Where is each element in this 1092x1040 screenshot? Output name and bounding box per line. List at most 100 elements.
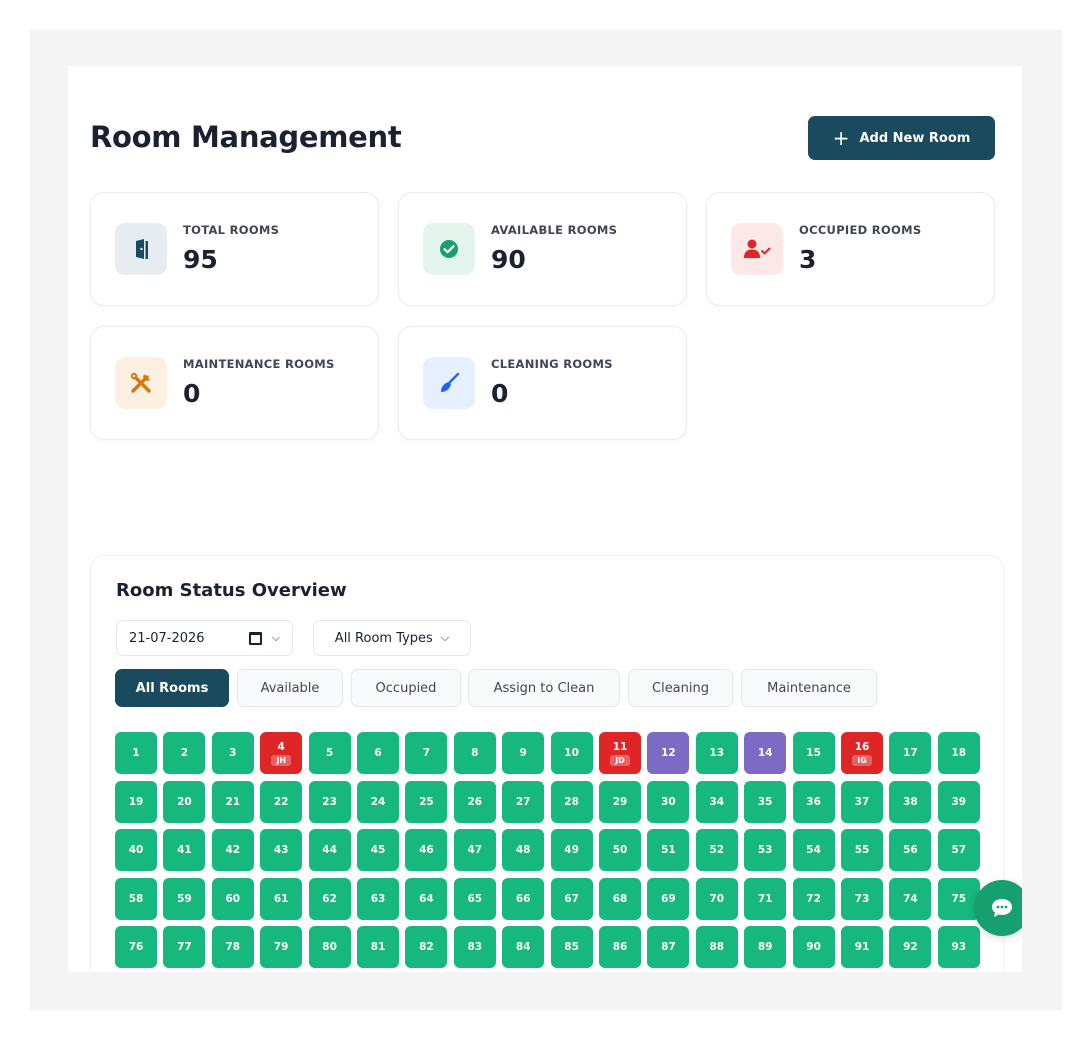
room-tile-36[interactable]: 36 xyxy=(792,780,835,823)
room-tile-56[interactable]: 56 xyxy=(889,829,932,871)
room-tile-5[interactable]: 5 xyxy=(308,732,351,774)
room-tile-17[interactable]: 17 xyxy=(889,732,932,774)
room-tile-75[interactable]: 75 xyxy=(937,877,980,920)
room-tile-20[interactable]: 20 xyxy=(163,780,206,823)
room-tile-16[interactable]: 16 IG xyxy=(841,732,883,774)
room-tile-85[interactable]: 85 xyxy=(550,926,593,968)
room-tile-92[interactable]: 92 xyxy=(889,926,932,968)
tab-available[interactable]: Available xyxy=(237,669,343,707)
room-tile-10[interactable]: 10 xyxy=(550,732,593,774)
room-type-select[interactable]: All Room Types ⌵ xyxy=(313,620,471,656)
room-tile-24[interactable]: 24 xyxy=(357,780,399,823)
room-tile-48[interactable]: 48 xyxy=(502,829,545,871)
room-tile-7[interactable]: 7 xyxy=(405,732,448,774)
room-tile-44[interactable]: 44 xyxy=(308,829,351,871)
room-tile-47[interactable]: 47 xyxy=(453,829,496,871)
tab-assign-to-clean[interactable]: Assign to Clean xyxy=(468,669,620,707)
room-tile-38[interactable]: 38 xyxy=(889,780,932,823)
room-tile-23[interactable]: 23 xyxy=(308,780,351,823)
tab-occupied[interactable]: Occupied xyxy=(351,669,461,707)
room-tile-49[interactable]: 49 xyxy=(550,829,593,871)
room-tile-6[interactable]: 6 xyxy=(357,732,399,774)
main-content[interactable]: Room Management + Add New Room TOTAL ROO… xyxy=(68,66,1022,972)
tab-maintenance[interactable]: Maintenance xyxy=(741,669,877,707)
room-tile-26[interactable]: 26 xyxy=(453,780,496,823)
room-tile-84[interactable]: 84 xyxy=(502,926,545,968)
room-tile-83[interactable]: 83 xyxy=(453,926,496,968)
tab-all-rooms[interactable]: All Rooms xyxy=(115,669,229,707)
room-tile-21[interactable]: 21 xyxy=(211,780,254,823)
room-tile-79[interactable]: 79 xyxy=(260,926,303,968)
room-tile-91[interactable]: 91 xyxy=(841,926,883,968)
room-tile-70[interactable]: 70 xyxy=(695,877,738,920)
room-tile-25[interactable]: 25 xyxy=(405,780,448,823)
room-tile-42[interactable]: 42 xyxy=(211,829,254,871)
room-tile-89[interactable]: 89 xyxy=(744,926,787,968)
room-tile-69[interactable]: 69 xyxy=(647,877,690,920)
room-tile-68[interactable]: 68 xyxy=(599,877,641,920)
room-tile-88[interactable]: 88 xyxy=(695,926,738,968)
room-tile-1[interactable]: 1 xyxy=(115,732,157,774)
room-tile-41[interactable]: 41 xyxy=(163,829,206,871)
room-tile-28[interactable]: 28 xyxy=(550,780,593,823)
room-tile-74[interactable]: 74 xyxy=(889,877,932,920)
room-tile-59[interactable]: 59 xyxy=(163,877,206,920)
room-tile-51[interactable]: 51 xyxy=(647,829,690,871)
room-tile-64[interactable]: 64 xyxy=(405,877,448,920)
room-tile-87[interactable]: 87 xyxy=(647,926,690,968)
room-tile-78[interactable]: 78 xyxy=(211,926,254,968)
room-tile-45[interactable]: 45 xyxy=(357,829,399,871)
tab-cleaning[interactable]: Cleaning xyxy=(628,669,733,707)
room-tile-53[interactable]: 53 xyxy=(744,829,787,871)
room-tile-15[interactable]: 15 xyxy=(792,732,835,774)
room-tile-22[interactable]: 22 xyxy=(260,780,303,823)
room-tile-3[interactable]: 3 xyxy=(211,732,254,774)
room-tile-4[interactable]: 4 JH xyxy=(260,732,303,774)
room-tile-90[interactable]: 90 xyxy=(792,926,835,968)
room-tile-9[interactable]: 9 xyxy=(502,732,545,774)
room-tile-62[interactable]: 62 xyxy=(308,877,351,920)
room-tile-72[interactable]: 72 xyxy=(792,877,835,920)
room-tile-14[interactable]: 14 xyxy=(744,732,787,774)
room-tile-40[interactable]: 40 xyxy=(115,829,157,871)
room-tile-58[interactable]: 58 xyxy=(115,877,157,920)
room-tile-18[interactable]: 18 xyxy=(937,732,980,774)
room-tile-77[interactable]: 77 xyxy=(163,926,206,968)
room-tile-29[interactable]: 29 xyxy=(599,780,641,823)
room-tile-93[interactable]: 93 xyxy=(937,926,980,968)
room-tile-13[interactable]: 13 xyxy=(695,732,738,774)
room-tile-55[interactable]: 55 xyxy=(841,829,883,871)
room-tile-50[interactable]: 50 xyxy=(599,829,641,871)
room-tile-67[interactable]: 67 xyxy=(550,877,593,920)
room-tile-73[interactable]: 73 xyxy=(841,877,883,920)
room-tile-46[interactable]: 46 xyxy=(405,829,448,871)
room-tile-60[interactable]: 60 xyxy=(211,877,254,920)
room-tile-11[interactable]: 11 JD xyxy=(599,732,641,774)
room-tile-82[interactable]: 82 xyxy=(405,926,448,968)
room-tile-43[interactable]: 43 xyxy=(260,829,303,871)
room-tile-86[interactable]: 86 xyxy=(599,926,641,968)
room-tile-65[interactable]: 65 xyxy=(453,877,496,920)
date-picker[interactable]: 21-07-2026 ⌵ xyxy=(116,620,293,656)
room-tile-52[interactable]: 52 xyxy=(695,829,738,871)
room-tile-8[interactable]: 8 xyxy=(453,732,496,774)
room-tile-39[interactable]: 39 xyxy=(937,780,980,823)
room-tile-71[interactable]: 71 xyxy=(744,877,787,920)
room-tile-2[interactable]: 2 xyxy=(163,732,206,774)
room-tile-27[interactable]: 27 xyxy=(502,780,545,823)
room-tile-37[interactable]: 37 xyxy=(841,780,883,823)
room-tile-19[interactable]: 19 xyxy=(115,780,157,823)
room-tile-54[interactable]: 54 xyxy=(792,829,835,871)
calendar-icon[interactable] xyxy=(248,631,262,645)
room-tile-66[interactable]: 66 xyxy=(502,877,545,920)
chat-button[interactable] xyxy=(974,880,1022,936)
room-tile-57[interactable]: 57 xyxy=(937,829,980,871)
room-tile-80[interactable]: 80 xyxy=(308,926,351,968)
room-tile-76[interactable]: 76 xyxy=(115,926,157,968)
room-tile-63[interactable]: 63 xyxy=(357,877,399,920)
room-tile-30[interactable]: 30 xyxy=(647,780,690,823)
add-new-room-button[interactable]: + Add New Room xyxy=(808,116,995,160)
room-tile-35[interactable]: 35 xyxy=(744,780,787,823)
room-tile-34[interactable]: 34 xyxy=(695,780,738,823)
room-tile-81[interactable]: 81 xyxy=(357,926,399,968)
